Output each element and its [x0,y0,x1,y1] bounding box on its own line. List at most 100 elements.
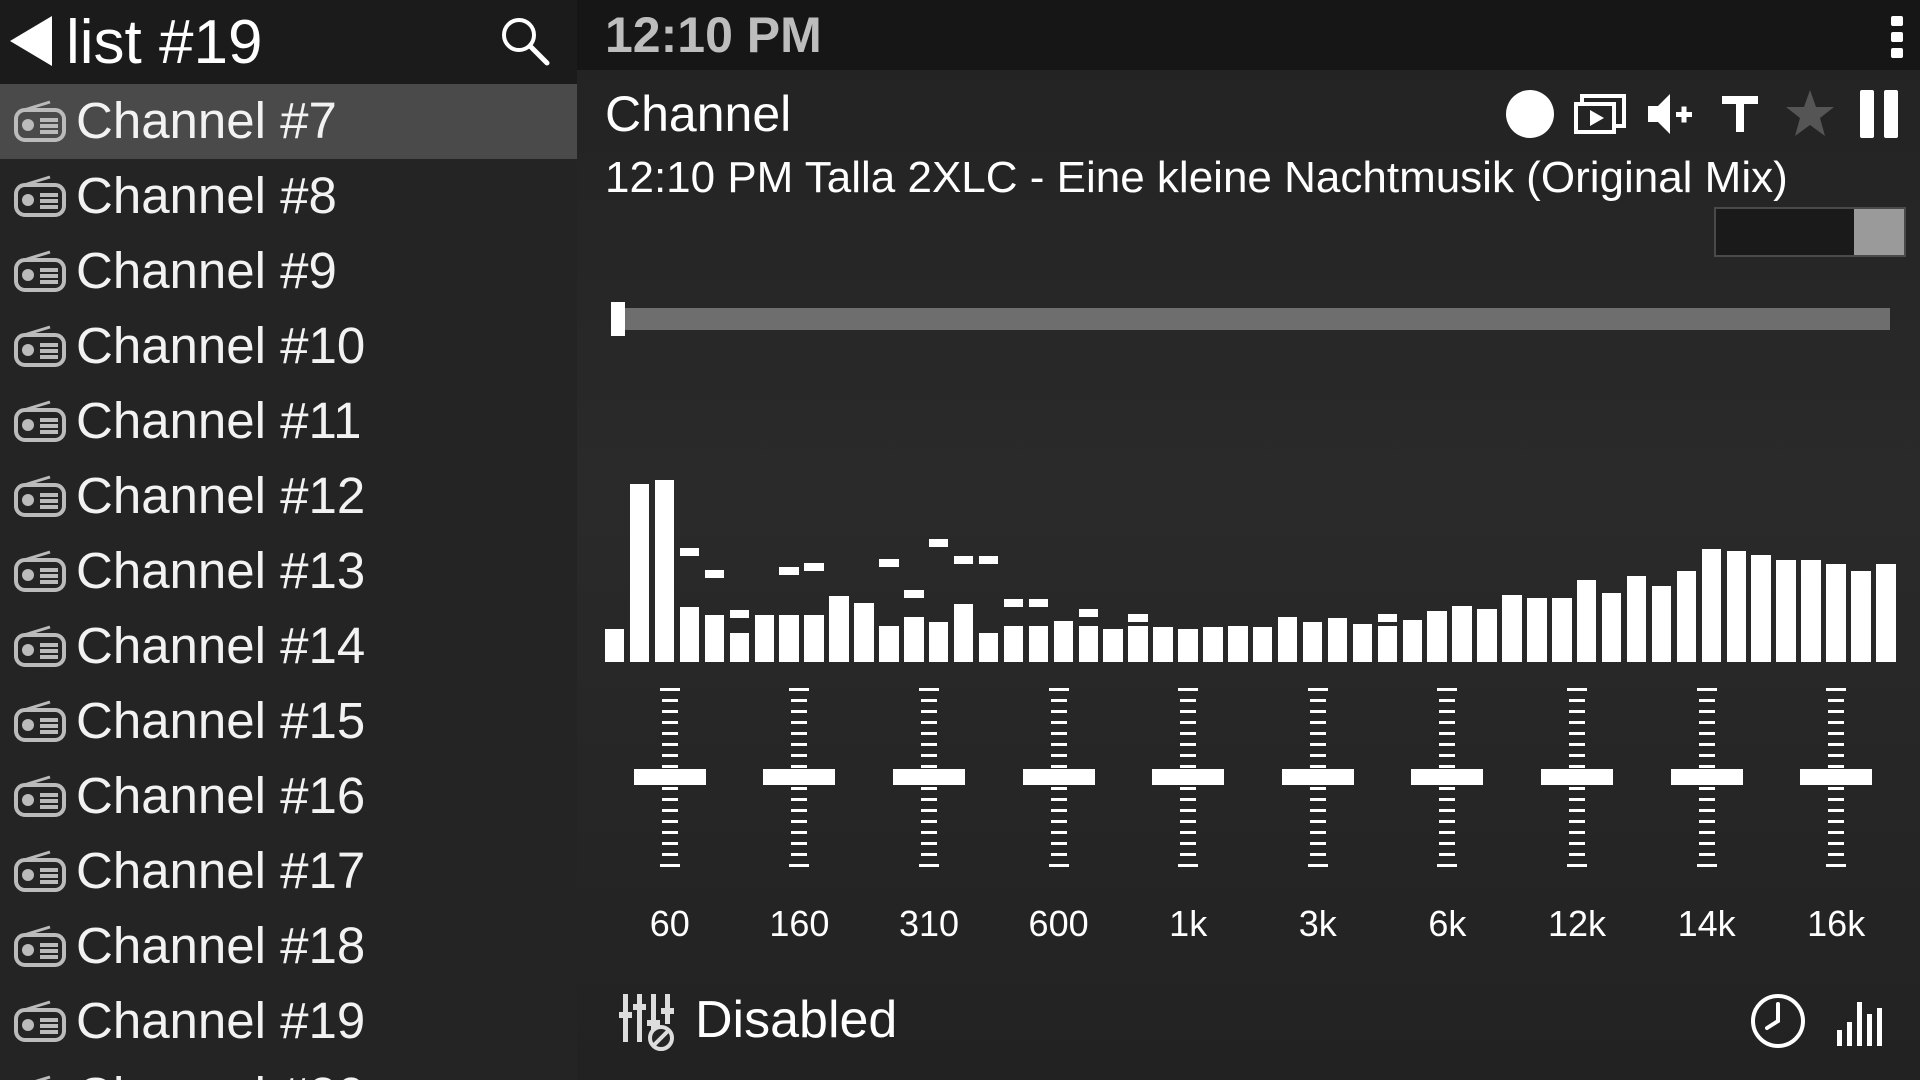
spectrum-bar [729,632,750,662]
eq-tick [1309,831,1326,834]
volume-slider-thumb[interactable] [1854,209,1904,255]
eq-tick [1828,710,1845,713]
sleep-timer-icon[interactable] [1749,992,1807,1050]
channel-item[interactable]: Channel #9 [0,234,577,309]
eq-tick [1567,688,1587,691]
pip-icon[interactable] [1572,86,1628,142]
spectrum-bar [779,614,799,662]
eq-band-knob[interactable] [1152,769,1225,785]
radio-icon [14,925,66,967]
channel-item[interactable]: Channel #13 [0,534,577,609]
radio-icon [14,625,66,667]
channel-item[interactable]: Channel #20 [0,1059,577,1080]
volume-slider[interactable] [1714,207,1906,257]
channel-item[interactable]: Channel #11 [0,384,577,459]
eq-tick [1309,721,1326,724]
channel-item[interactable]: Channel #18 [0,909,577,984]
channel-item[interactable]: Channel #15 [0,684,577,759]
channel-item[interactable]: Channel #14 [0,609,577,684]
eq-tick [1439,787,1456,790]
eq-band-knob[interactable] [893,769,965,785]
eq-tick [1828,820,1845,823]
star-icon[interactable] [1782,86,1838,142]
channel-item[interactable]: Channel #7 [0,84,577,159]
eq-band-label: 16k [1807,903,1866,944]
search-icon[interactable] [498,14,552,68]
channel-item[interactable]: Channel #10 [0,309,577,384]
eq-band-slider[interactable]: 310 [869,680,989,950]
channel-item[interactable]: Channel #12 [0,459,577,534]
eq-tick [1569,820,1585,823]
overflow-menu-icon[interactable] [1888,14,1906,60]
eq-band-label: 160 [769,903,830,944]
equalizer-disabled-icon[interactable] [617,990,677,1052]
eq-tick [661,809,678,812]
visualizer-icon[interactable] [1835,994,1889,1048]
channel-item[interactable]: Channel #19 [0,984,577,1059]
record-icon[interactable] [1502,86,1558,142]
eq-band-knob[interactable] [763,769,836,785]
eq-band-slider[interactable]: 14k [1647,680,1767,950]
channel-label: Channel #19 [76,992,366,1049]
eq-tick [661,743,678,746]
eq-tick [791,820,808,823]
eq-tick [791,754,808,757]
eq-band-slider[interactable]: 60 [610,680,730,950]
volume-up-icon[interactable] [1642,86,1698,142]
eq-band-knob[interactable] [1670,769,1743,785]
eq-tick [1828,699,1845,702]
eq-band-slider[interactable]: 6k [1387,680,1507,950]
seek-bar[interactable] [614,308,1890,330]
eq-tick [1439,732,1456,735]
radio-icon [14,400,66,442]
spectrum-bar [1103,629,1123,662]
channel-label: Channel #12 [76,467,366,524]
eq-tick [1180,721,1197,724]
channel-label: Channel #18 [76,917,366,974]
eq-tick [1569,765,1585,768]
spectrum-bar [1502,594,1522,662]
eq-tick [1180,710,1197,713]
eq-tick [921,809,937,812]
eq-tick [1050,721,1067,724]
eq-band-knob[interactable] [1281,769,1354,785]
eq-band-knob[interactable] [633,769,706,785]
eq-band-knob[interactable] [1411,769,1484,785]
eq-band-slider[interactable]: 12k [1517,680,1637,950]
spectrum-peak [953,555,974,564]
eq-tick [1828,743,1845,746]
eq-tick [1180,787,1197,790]
spectrum-bar [1277,616,1298,662]
channel-item[interactable]: Channel #8 [0,159,577,234]
eq-tick [791,732,808,735]
channel-label: Channel #14 [76,617,366,674]
eq-band-label: 1k [1169,903,1208,944]
eq-band-slider[interactable]: 16k [1776,680,1896,950]
eq-band-slider[interactable]: 3k [1258,680,1378,950]
spectrum-bar [1676,571,1697,662]
channel-item[interactable]: Channel #17 [0,834,577,909]
eq-band-knob[interactable] [1022,769,1095,785]
seek-handle[interactable] [611,302,625,336]
eq-tick [1439,820,1456,823]
eq-band-slider[interactable]: 600 [999,680,1119,950]
eq-band-knob[interactable] [1541,769,1613,785]
spectrum-peak [1078,608,1098,617]
text-icon[interactable] [1712,86,1768,142]
eq-tick [1307,688,1328,691]
eq-band-slider[interactable]: 160 [739,680,859,950]
eq-tick [1180,732,1197,735]
radio-icon [14,1000,66,1042]
eq-tick [1178,688,1199,691]
channel-item[interactable]: Channel #16 [0,759,577,834]
eq-tick [1050,765,1067,768]
eq-band-knob[interactable] [1800,769,1873,785]
eq-tick [1178,864,1199,867]
eq-tick [661,853,678,856]
pause-icon[interactable] [1852,86,1908,142]
clock: 12:10 PM [605,7,822,63]
back-arrow-icon[interactable] [8,14,56,68]
eq-tick [791,710,808,713]
eq-tick [1698,721,1715,724]
eq-band-slider[interactable]: 1k [1128,680,1248,950]
